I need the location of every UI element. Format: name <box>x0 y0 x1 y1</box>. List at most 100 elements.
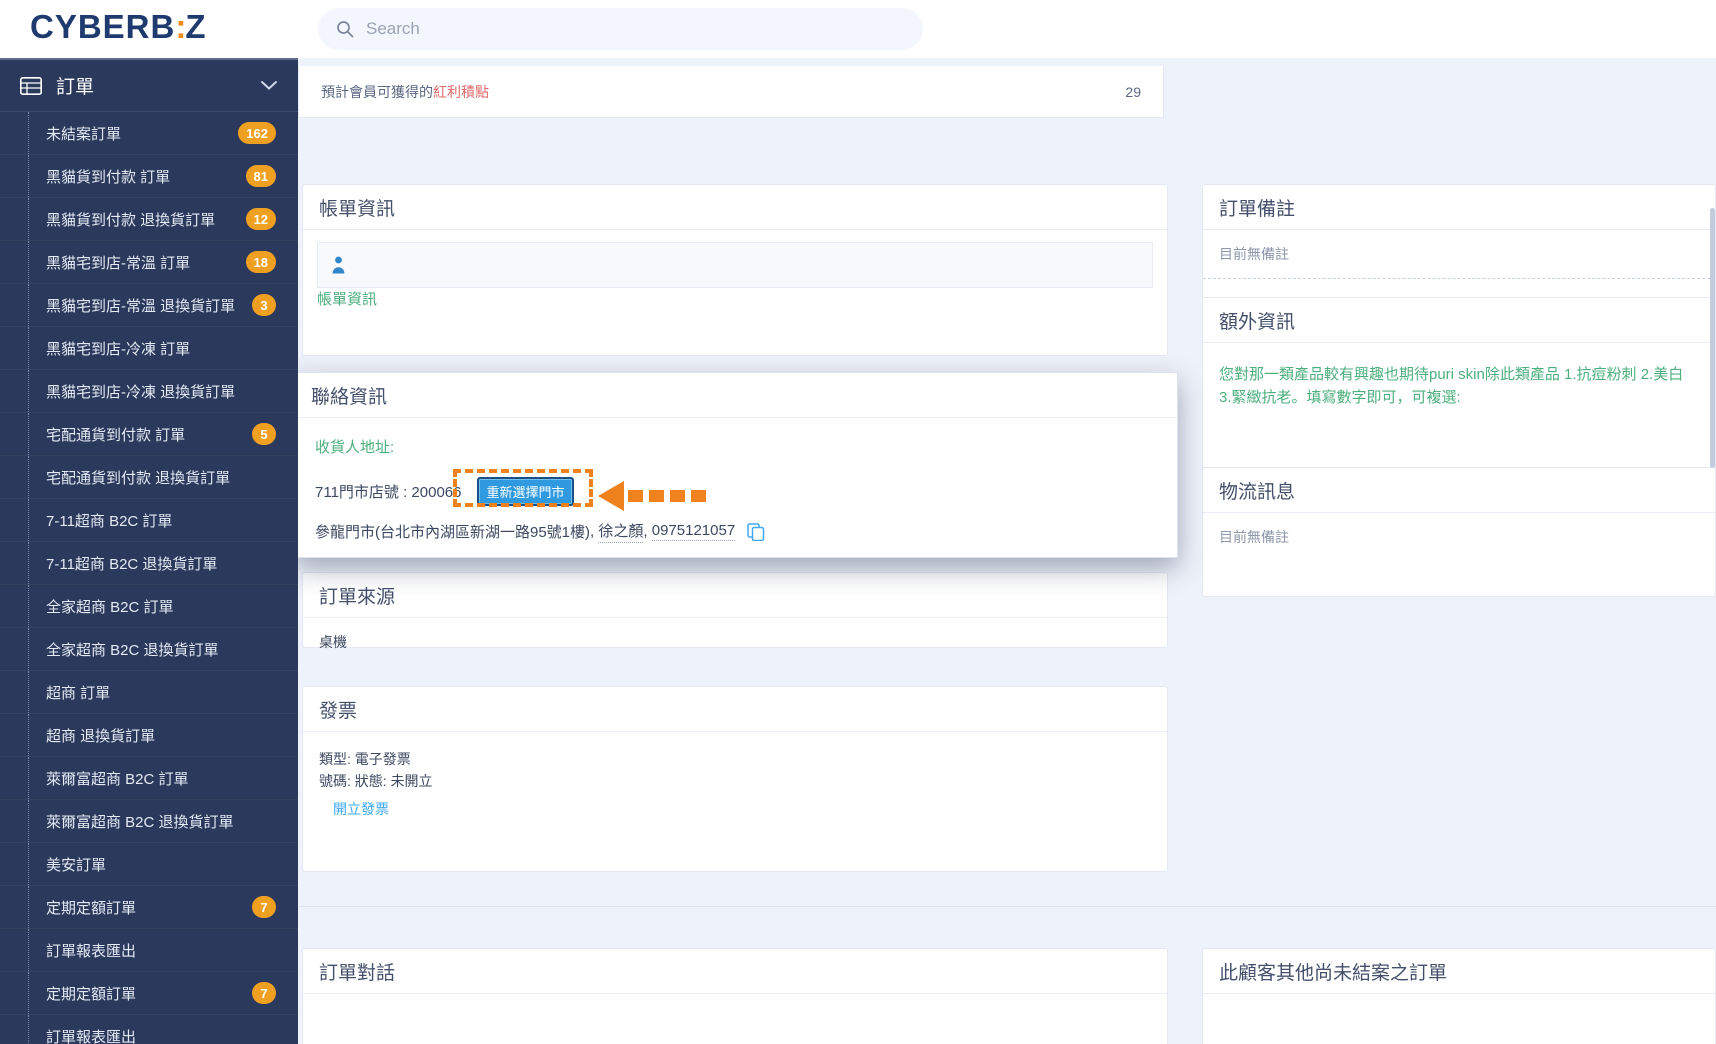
other-open-orders-card: 此顧客其他尚未結案之訂單 <box>1202 948 1716 1044</box>
sidebar-item[interactable]: 7-11超商 B2C 訂單 <box>0 499 298 542</box>
sidebar-item-label: 訂單報表匯出 <box>46 942 137 960</box>
sidebar-item[interactable]: 定期定額訂單 7 <box>0 886 298 929</box>
recipient-name: 徐之顏 <box>598 520 644 543</box>
content-area: 預計會員可獲得的 紅利積點 29 帳單資訊 帳單資訊 聯絡資訊 收貨人地址: 71… <box>294 58 1716 1044</box>
sidebar-section-label: 訂單 <box>56 77 95 98</box>
sidebar-item-label: 黑貓宅到店-常溫 訂單 <box>46 254 191 272</box>
sidebar-item[interactable]: 定期定額訂單 7 <box>0 972 298 1015</box>
sidebar-item[interactable]: 訂單報表匯出 <box>0 1015 298 1044</box>
extra-info-title: 額外資訊 <box>1203 298 1715 343</box>
logistics-body: 目前無備註 <box>1219 529 1289 545</box>
contact-info-card: 聯絡資訊 收貨人地址: 711門市店號 : 200066 重新選擇門市 參龍門市… <box>294 372 1178 558</box>
order-source-card: 訂單來源 桌機 <box>302 572 1168 650</box>
section-divider <box>298 906 1716 907</box>
sidebar-item[interactable]: 全家超商 B2C 訂單 <box>0 585 298 628</box>
logistics-card: 物流訊息 目前無備註 <box>1202 467 1716 597</box>
sidebar-item-label: 黑貓宅到店-冷凍 退換貨訂單 <box>46 383 236 401</box>
scrollbar-thumb[interactable] <box>1710 208 1715 468</box>
invoice-title: 發票 <box>303 687 1167 732</box>
sidebar-item[interactable]: 黑貓宅到店-常溫 訂單 18 <box>0 241 298 284</box>
sidebar-item-badge: 5 <box>252 423 276 445</box>
reselect-store-button[interactable]: 重新選擇門市 <box>477 477 574 506</box>
sidebar-item-label: 超商 訂單 <box>46 684 111 702</box>
sidebar-item[interactable]: 全家超商 B2C 退換貨訂單 <box>0 628 298 671</box>
reward-points-row: 預計會員可獲得的 紅利積點 29 <box>298 66 1164 118</box>
contact-info-title: 聯絡資訊 <box>295 373 1177 418</box>
other-open-orders-title: 此顧客其他尚未結案之訂單 <box>1203 949 1715 994</box>
issue-invoice-link[interactable]: 開立發票 <box>333 799 389 819</box>
sidebar-item[interactable]: 超商 退換貨訂單 <box>0 714 298 757</box>
sidebar-item-badge: 7 <box>252 982 276 1004</box>
sidebar-item-label: 萊爾富超商 B2C 訂單 <box>46 770 189 788</box>
addr-sep-1: , <box>590 523 599 540</box>
logistics-title: 物流訊息 <box>1203 468 1715 513</box>
sidebar-item[interactable]: 宅配通貨到付款 訂單 5 <box>0 413 298 456</box>
order-note-divider <box>1203 278 1715 279</box>
chevron-down-icon[interactable] <box>260 75 278 97</box>
sidebar-item[interactable]: 訂單報表匯出 <box>0 929 298 972</box>
sidebar-item-badge: 81 <box>245 165 276 187</box>
logo-dots: : <box>175 8 186 45</box>
grid-icon <box>20 76 42 95</box>
sidebar-item-badge: 18 <box>245 251 276 273</box>
sidebar-item-badge: 7 <box>252 896 276 918</box>
store-number-text: 711門市店號 : 200066 <box>315 484 462 501</box>
sidebar-item-badge: 162 <box>238 122 276 144</box>
reward-points-link[interactable]: 紅利積點 <box>433 82 489 102</box>
order-note-body: 目前無備註 <box>1219 246 1289 262</box>
order-dialog-card: 訂單對話 <box>302 948 1168 1044</box>
sidebar-item[interactable]: 未結案訂單 162 <box>0 112 298 155</box>
sidebar-item-badge: 12 <box>245 208 276 230</box>
sidebar-item-label: 全家超商 B2C 退換貨訂單 <box>46 641 219 659</box>
addr-sep-2: , <box>643 523 652 540</box>
search-input[interactable]: Search <box>318 8 923 50</box>
extra-info-body: 您對那一類產品較有興趣也期待puri skin除此類產品 1.抗痘粉刺 2.美白… <box>1219 366 1684 407</box>
sidebar-item[interactable]: 美安訂單 <box>0 843 298 886</box>
sidebar-item-label: 美安訂單 <box>46 856 107 874</box>
top-bar: CYBERB:Z Search <box>0 0 1716 58</box>
copy-icon[interactable] <box>747 522 765 541</box>
sidebar-item[interactable]: 萊爾富超商 B2C 退換貨訂單 <box>0 800 298 843</box>
sidebar-item[interactable]: 黑貓宅到店-冷凍 訂單 <box>0 327 298 370</box>
invoice-status: 號碼: 狀態: 未開立 <box>319 773 433 790</box>
search-placeholder: Search <box>366 19 420 38</box>
sidebar-item[interactable]: 黑貓宅到店-常溫 退換貨訂單 3 <box>0 284 298 327</box>
order-dialog-body <box>303 994 1167 1022</box>
billing-info-title: 帳單資訊 <box>303 185 1167 230</box>
reward-points-value: 29 <box>1125 83 1141 100</box>
order-note-card: 訂單備註 目前無備註 <box>1202 184 1716 314</box>
app-logo: CYBERB:Z <box>30 8 207 46</box>
recipient-address-label: 收貨人地址: <box>315 439 395 456</box>
billing-info-link[interactable]: 帳單資訊 <box>317 291 377 308</box>
sidebar-item-label: 未結案訂單 <box>46 125 122 143</box>
sidebar: 訂單 未結案訂單 162 黑貓貨到付款 訂單 81 黑貓貨到付款 退換貨訂單 12 黑貓宅到… <box>0 58 298 1044</box>
sidebar-item-label: 定期定額訂單 <box>46 985 137 1003</box>
other-open-orders-body <box>1203 994 1715 1022</box>
sidebar-item-label: 超商 退換貨訂單 <box>46 727 156 745</box>
recipient-address-line: 參龍門市(台北市內湖區新湖一路95號1樓), 徐之顏, 0975121057 <box>315 520 1157 543</box>
sidebar-item[interactable]: 宅配通貨到付款 退換貨訂單 <box>0 456 298 499</box>
sidebar-item[interactable]: 萊爾富超商 B2C 訂單 <box>0 757 298 800</box>
sidebar-item[interactable]: 黑貓貨到付款 訂單 81 <box>0 155 298 198</box>
invoice-card: 發票 類型: 電子發票 號碼: 狀態: 未開立 開立發票 <box>302 686 1168 872</box>
sidebar-item[interactable]: 7-11超商 B2C 退換貨訂單 <box>0 542 298 585</box>
logo-text-main: CYBERB <box>30 8 176 45</box>
billing-person-strip <box>317 242 1153 288</box>
sidebar-item-label: 黑貓宅到店-冷凍 訂單 <box>46 340 191 358</box>
invoice-type: 類型: 電子發票 <box>319 751 411 767</box>
sidebar-item-label: 黑貓貨到付款 訂單 <box>46 168 171 186</box>
billing-info-card: 帳單資訊 帳單資訊 <box>302 184 1168 356</box>
sidebar-item[interactable]: 黑貓宅到店-冷凍 退換貨訂單 <box>0 370 298 413</box>
sidebar-item[interactable]: 超商 訂單 <box>0 671 298 714</box>
sidebar-item[interactable]: 黑貓貨到付款 退換貨訂單 12 <box>0 198 298 241</box>
sidebar-item-label: 萊爾富超商 B2C 退換貨訂單 <box>46 813 234 831</box>
sidebar-item-label: 訂單報表匯出 <box>46 1028 137 1044</box>
search-icon <box>336 20 354 38</box>
extra-info-card: 額外資訊 您對那一類產品較有興趣也期待puri skin除此類產品 1.抗痘粉刺… <box>1202 297 1716 489</box>
recipient-address-text: 參龍門市(台北市內湖區新湖一路95號1樓) <box>315 524 591 541</box>
sidebar-item-label: 黑貓貨到付款 退換貨訂單 <box>46 211 216 229</box>
sidebar-item-list: 未結案訂單 162 黑貓貨到付款 訂單 81 黑貓貨到付款 退換貨訂單 12 黑貓宅到店-常… <box>0 112 298 1044</box>
order-source-value: 桌機 <box>319 634 347 650</box>
sidebar-section-orders[interactable]: 訂單 <box>0 60 298 112</box>
page-scrollbar[interactable] <box>1709 58 1716 1044</box>
